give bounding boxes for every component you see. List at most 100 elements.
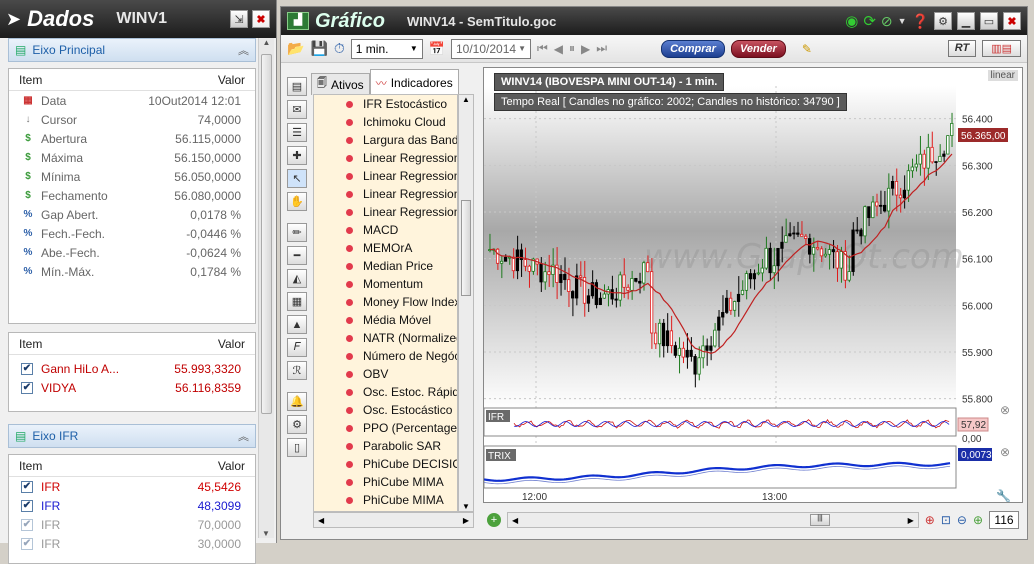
buy-button[interactable]: Comprar [661, 39, 725, 58]
indicator-list-item[interactable]: Osc. Estoc. Rápido [314, 383, 457, 401]
indicator-list-item[interactable]: Median Price [314, 257, 457, 275]
indicator-list-item[interactable]: Linear Regression [314, 203, 457, 221]
notes-icon[interactable]: ✉ [287, 100, 307, 119]
indicator-list-item[interactable]: Money Flow Index [314, 293, 457, 311]
indicator-scrollbar[interactable]: ▲ ▼ [458, 94, 474, 512]
zoom-value[interactable]: 116 [989, 511, 1019, 529]
zoom-area-icon[interactable]: ⊕ [925, 513, 935, 527]
indicator-list-item[interactable]: PhiCube MIMA [314, 491, 457, 509]
layout-icon[interactable]: ▤ [287, 77, 307, 96]
crosshair-icon[interactable]: ✚ [287, 146, 307, 165]
indicator-list-item[interactable]: PhiCube MIMA [314, 473, 457, 491]
alert-icon[interactable]: 🔔 [287, 392, 307, 411]
indicator-list-item[interactable]: PPO (Percentage) [314, 419, 457, 437]
indicator-list-item[interactable]: PhiCube DECISION [314, 455, 457, 473]
scroll-up-icon[interactable]: ▲ [259, 38, 274, 52]
date-select[interactable]: 10/10/2014 ▼ [450, 38, 531, 59]
zoom-in-icon[interactable]: ⊕ [973, 513, 983, 527]
indicator-list-item[interactable]: Momentum [314, 275, 457, 293]
checkbox[interactable]: ✔ [21, 537, 33, 550]
refresh-icon[interactable]: ⟳ [863, 12, 876, 30]
scroll-thumb[interactable]: ||| [810, 514, 830, 526]
last-icon[interactable]: ⏭ [596, 41, 607, 56]
dropdown-icon[interactable]: ▼ [898, 16, 907, 26]
indicator-hscroll[interactable]: ◀ ▶ [313, 512, 474, 528]
hline-icon[interactable]: ━ [287, 246, 307, 265]
indicator-list-item[interactable]: OBV [314, 365, 457, 383]
formula-icon[interactable]: 𝐹 [287, 338, 307, 357]
indicator-list-item[interactable]: MEMOrA [314, 239, 457, 257]
section-eixo-principal[interactable]: ▤ Eixo Principal ︽ [8, 38, 256, 62]
scroll-down-icon[interactable]: ▼ [459, 502, 473, 511]
sell-button[interactable]: Vender [730, 39, 786, 58]
checkbox[interactable]: ✔ [21, 518, 33, 531]
ifr-row[interactable]: ✔ IFR 48,3099 [9, 496, 255, 515]
gear-icon[interactable]: ⚙ [287, 415, 307, 434]
open-icon[interactable]: 📂 [287, 40, 304, 57]
tab-ativos[interactable]: 🗐 Ativos [311, 73, 370, 95]
grafico-titlebar[interactable]: ▟ Gráfico WINV14 - SemTitulo.goc ◉ ⟳ ⊘ ▼… [281, 7, 1027, 35]
chevron-up-icon[interactable]: ︽ [238, 42, 249, 58]
close-icon[interactable]: ✖ [252, 10, 270, 28]
arrow-cursor-icon[interactable]: ↖ [287, 169, 307, 188]
indicator-list-item[interactable]: Osc. Estocástico [314, 401, 457, 419]
no-sign-icon[interactable]: ⊘ [881, 13, 893, 30]
price-chart[interactable]: www.GraphOt.com 56.400 56.300 56.200 56.100 5… [484, 68, 1022, 502]
tab-indicadores[interactable]: 〰 Indicadores [369, 69, 459, 95]
list-icon[interactable]: ☰ [287, 123, 307, 142]
indicator-list-item[interactable]: Ichimoku Cloud [314, 113, 457, 131]
indicator-list-item[interactable]: Linear Regression [314, 185, 457, 203]
close-panel-icon[interactable]: ⊗ [1000, 445, 1010, 459]
dados-titlebar[interactable]: ➤ Dados WINV1 ⇲ ✖ [0, 0, 276, 38]
ifr-row[interactable]: ✔ IFR 70,0000 [9, 515, 255, 534]
scroll-left-icon[interactable]: ◀ [512, 516, 518, 525]
scroll-right-icon[interactable]: ▶ [908, 516, 914, 525]
checkbox[interactable]: ✔ [21, 499, 33, 512]
page-icon[interactable]: ▯ [287, 438, 307, 457]
section-eixo-ifr[interactable]: ▤ Eixo IFR ︽ [8, 424, 256, 448]
hand-icon[interactable]: ✋ [287, 192, 307, 211]
indicator-row[interactable]: ✔ VIDYA 56.116,8359 [9, 378, 255, 397]
checkbox[interactable]: ✔ [21, 480, 33, 493]
scroll-thumb[interactable] [461, 200, 471, 296]
indicator-list-item[interactable]: IFR Estocástico [314, 95, 457, 113]
pin-icon[interactable]: ⇲ [230, 10, 248, 28]
prev-icon[interactable]: ◀ [554, 42, 563, 56]
chart-hscroll[interactable]: ◀ ||| ▶ [507, 512, 919, 528]
clock-icon[interactable]: ⏱ [334, 40, 345, 57]
next-icon[interactable]: ▶ [581, 42, 590, 56]
checkbox[interactable]: ✔ [21, 381, 33, 394]
fibonacci-icon[interactable]: ▲ [287, 315, 307, 334]
script-icon[interactable]: ℛ [287, 361, 307, 380]
zoom-fit-icon[interactable]: ⊡ [941, 513, 951, 527]
indicator-list-item[interactable]: Largura das Bandas [314, 131, 457, 149]
close-icon[interactable]: ✖ [1003, 12, 1021, 30]
first-icon[interactable]: ⏮ [537, 41, 548, 56]
save-icon[interactable]: 💾 [310, 40, 327, 57]
settings-icon[interactable]: ⚙ [934, 12, 952, 30]
scroll-left-icon[interactable]: ◀ [318, 516, 324, 525]
scroll-down-icon[interactable]: ▼ [259, 529, 273, 538]
scale-mode[interactable]: linear [987, 70, 1018, 81]
indicator-list-item[interactable]: MACD [314, 221, 457, 239]
add-panel-icon[interactable]: + [487, 513, 501, 527]
dados-scrollbar[interactable]: ▲ ▼ [258, 38, 274, 538]
help-icon[interactable]: ❓ [912, 13, 929, 30]
scroll-up-icon[interactable]: ▲ [459, 95, 473, 104]
indicator-list-item[interactable]: NATR (Normalized) [314, 329, 457, 347]
scroll-thumb[interactable] [261, 54, 272, 414]
wrench-icon[interactable]: 🔧 [996, 488, 1011, 502]
ifr-row[interactable]: ✔ IFR 30,0000 [9, 534, 255, 553]
minimize-icon[interactable]: ▁ [957, 12, 975, 30]
chart-container[interactable]: www.GraphOt.com 56.400 56.300 56.200 56.100 5… [483, 67, 1023, 503]
zoom-out-icon[interactable]: ⊖ [957, 513, 967, 527]
maximize-icon[interactable]: ▭ [980, 12, 998, 30]
indicator-list-item[interactable]: Parabolic SAR [314, 437, 457, 455]
indicator-list-item[interactable]: Média Móvel [314, 311, 457, 329]
indicator-list-item[interactable]: Linear Regression [314, 167, 457, 185]
indicator-list-item[interactable]: Número de Negócios [314, 347, 457, 365]
edit-icon[interactable]: ✎ [802, 42, 812, 56]
pause-icon[interactable]: ⏸ [569, 41, 575, 56]
rt-button[interactable]: RT [947, 40, 977, 57]
calendar-icon[interactable]: 📅 [429, 41, 445, 57]
